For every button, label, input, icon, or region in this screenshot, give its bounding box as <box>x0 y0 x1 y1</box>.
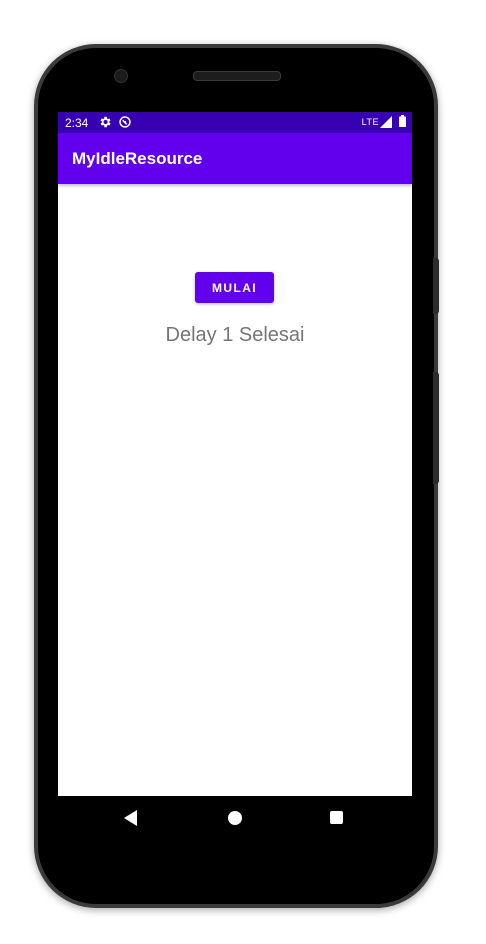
data-saver-icon <box>119 116 131 128</box>
start-button[interactable]: MULAI <box>195 272 274 303</box>
status-bar: 2:34 LTE <box>58 112 412 133</box>
earpiece-speaker <box>193 71 281 81</box>
app-screen: 2:34 LTE MyIdleResource MULAI Delay 1 Se… <box>58 112 412 796</box>
power-side-button <box>433 258 439 314</box>
volume-side-button <box>433 372 439 484</box>
recents-icon[interactable] <box>330 811 343 824</box>
home-icon[interactable] <box>228 811 242 825</box>
app-title: MyIdleResource <box>72 149 203 168</box>
settings-gear-icon <box>100 116 111 128</box>
network-type: LTE <box>361 117 379 127</box>
delay-status-text: Delay 1 Selesai <box>165 324 305 346</box>
status-time: 2:34 <box>65 116 89 130</box>
navigation-bar <box>58 796 412 840</box>
front-camera <box>114 69 128 83</box>
signal-icon <box>380 116 392 128</box>
app-toolbar: MyIdleResource <box>58 133 412 184</box>
battery-icon <box>399 115 406 127</box>
device-frame: 2:34 LTE MyIdleResource MULAI Delay 1 Se… <box>0 0 486 944</box>
back-icon[interactable] <box>124 810 138 826</box>
